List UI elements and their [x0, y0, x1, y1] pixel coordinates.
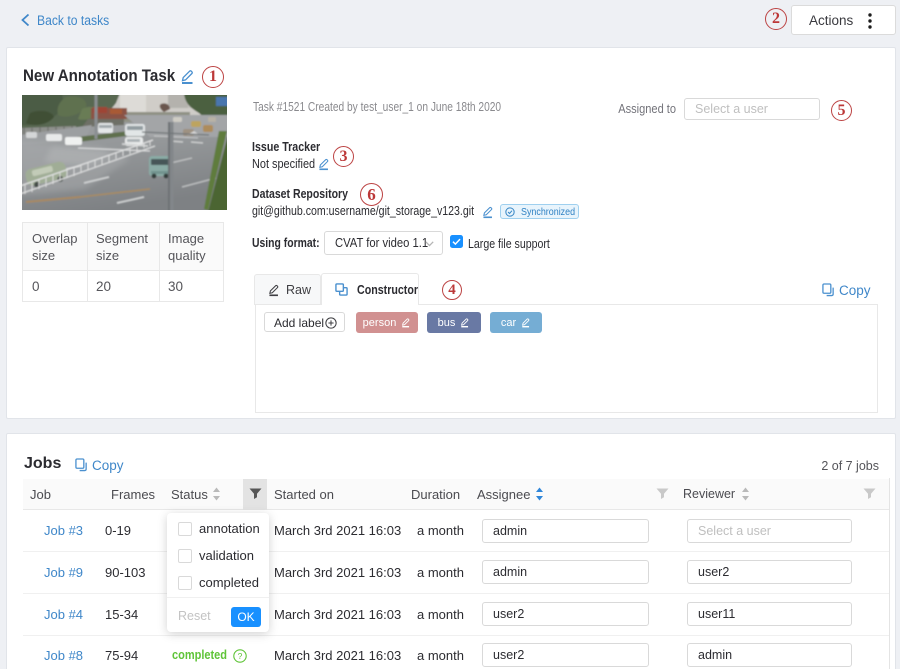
- svg-text:?: ?: [238, 651, 243, 661]
